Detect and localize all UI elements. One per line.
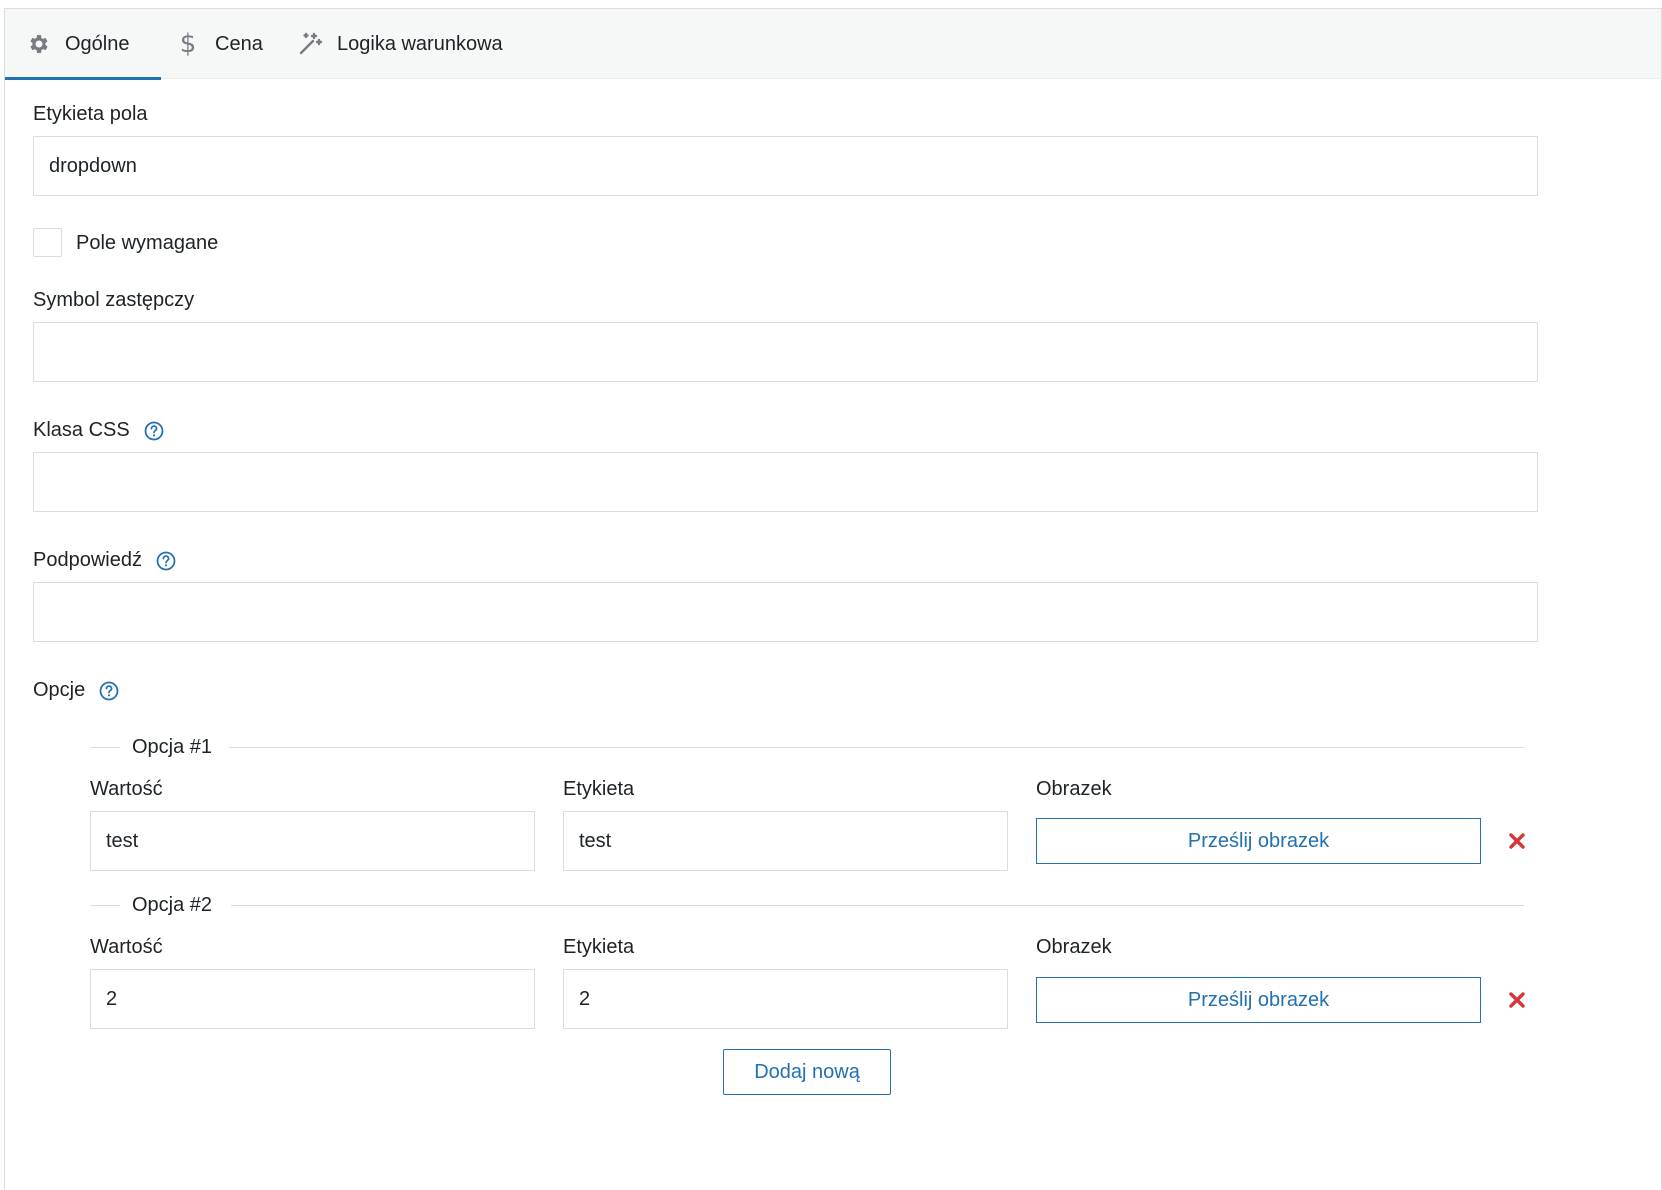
hint-heading: Podpowiedź — [33, 549, 176, 572]
tab-conditional-logic-label: Logika warunkowa — [337, 32, 503, 55]
option-label-label: Etykieta — [563, 936, 635, 958]
option-image-label: Obrazek — [1036, 936, 1112, 958]
option-legend: Opcja #2 — [132, 894, 213, 916]
option-value-label: Wartość — [90, 936, 163, 958]
tab-price[interactable]: $ Cena — [175, 9, 263, 79]
option-label-input[interactable] — [563, 969, 1008, 1029]
legend-line — [90, 905, 120, 906]
legend-line — [231, 905, 1524, 906]
upload-image-button[interactable]: Prześlij obrazek — [1036, 977, 1481, 1023]
option-value-input[interactable] — [90, 811, 535, 871]
options-heading: Opcje — [33, 679, 119, 702]
add-option-button[interactable]: Dodaj nową — [723, 1049, 891, 1095]
field-settings-panel: Ogólne $ Cena Logika warunkowa Etykieta — [4, 8, 1662, 1190]
help-icon[interactable] — [99, 681, 119, 701]
placeholder-input[interactable] — [33, 322, 1538, 382]
field-label-heading: Etykieta pola — [33, 103, 148, 125]
css-class-input[interactable] — [33, 452, 1538, 512]
hint-label: Podpowiedź — [33, 549, 142, 571]
option-label-input[interactable] — [563, 811, 1008, 871]
upload-image-button[interactable]: Prześlij obrazek — [1036, 818, 1481, 864]
tab-price-label: Cena — [215, 32, 263, 55]
magic-wand-icon — [297, 31, 323, 57]
tab-conditional-logic[interactable]: Logika warunkowa — [297, 9, 503, 79]
remove-option-icon[interactable] — [1507, 990, 1527, 1010]
gear-icon — [25, 31, 51, 57]
help-icon[interactable] — [156, 551, 176, 571]
option-label-label: Etykieta — [563, 778, 635, 800]
options-label: Opcje — [33, 679, 86, 701]
option-value-input[interactable] — [90, 969, 535, 1029]
dollar-icon: $ — [179, 29, 197, 59]
tab-general[interactable]: Ogólne — [5, 9, 161, 80]
option-value-label: Wartość — [90, 778, 163, 800]
legend-line — [90, 747, 120, 748]
legend-line — [229, 747, 1524, 748]
hint-input[interactable] — [33, 582, 1538, 642]
tab-bar: Ogólne $ Cena Logika warunkowa — [5, 9, 1661, 80]
css-class-label: Klasa CSS — [33, 419, 130, 441]
placeholder-heading: Symbol zastępczy — [33, 289, 195, 311]
field-label-input[interactable] — [33, 136, 1538, 196]
option-image-label: Obrazek — [1036, 778, 1112, 800]
required-label: Pole wymagane — [76, 232, 219, 254]
option-legend: Opcja #1 — [132, 736, 213, 758]
tab-general-label: Ogólne — [65, 32, 130, 55]
remove-option-icon[interactable] — [1507, 831, 1527, 851]
required-checkbox[interactable] — [33, 228, 62, 257]
help-icon[interactable] — [144, 421, 164, 441]
css-class-heading: Klasa CSS — [33, 419, 164, 442]
